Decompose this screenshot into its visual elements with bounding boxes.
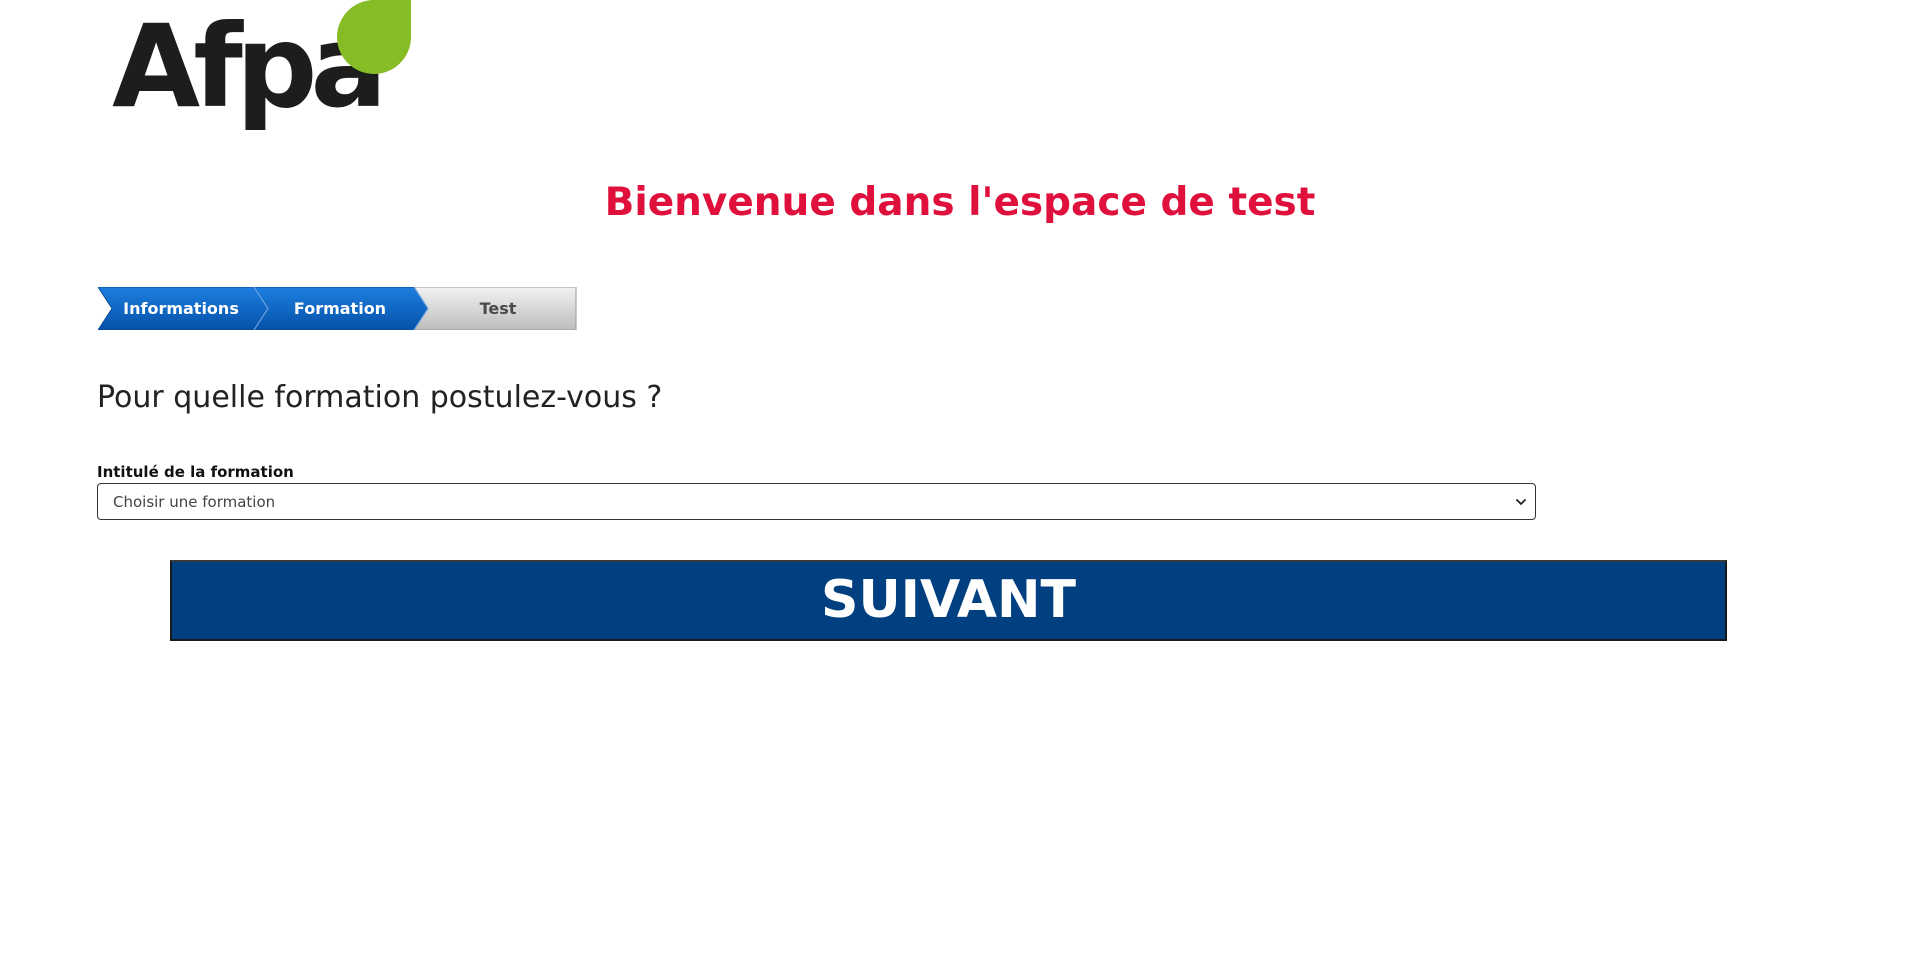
formation-select[interactable]: Choisir une formation <box>97 483 1536 520</box>
formation-field-label: Intitulé de la formation <box>97 463 294 481</box>
step-informations[interactable]: Informations <box>116 287 246 330</box>
step-test[interactable]: Test <box>428 287 568 330</box>
progress-stepper: Informations Formation Test <box>98 287 577 330</box>
page: Afpa Bienvenue dans l'espace de test Inf… <box>0 0 1920 955</box>
step-formation[interactable]: Formation <box>270 287 410 330</box>
leaf-icon <box>337 0 411 74</box>
chevron-down-icon <box>1516 499 1526 505</box>
next-button[interactable]: SUIVANT <box>170 560 1727 641</box>
formation-select-value: Choisir une formation <box>113 493 276 511</box>
afpa-logo: Afpa <box>112 0 417 160</box>
form-question: Pour quelle formation postulez-vous ? <box>97 380 663 415</box>
page-title: Bienvenue dans l'espace de test <box>604 180 1316 225</box>
